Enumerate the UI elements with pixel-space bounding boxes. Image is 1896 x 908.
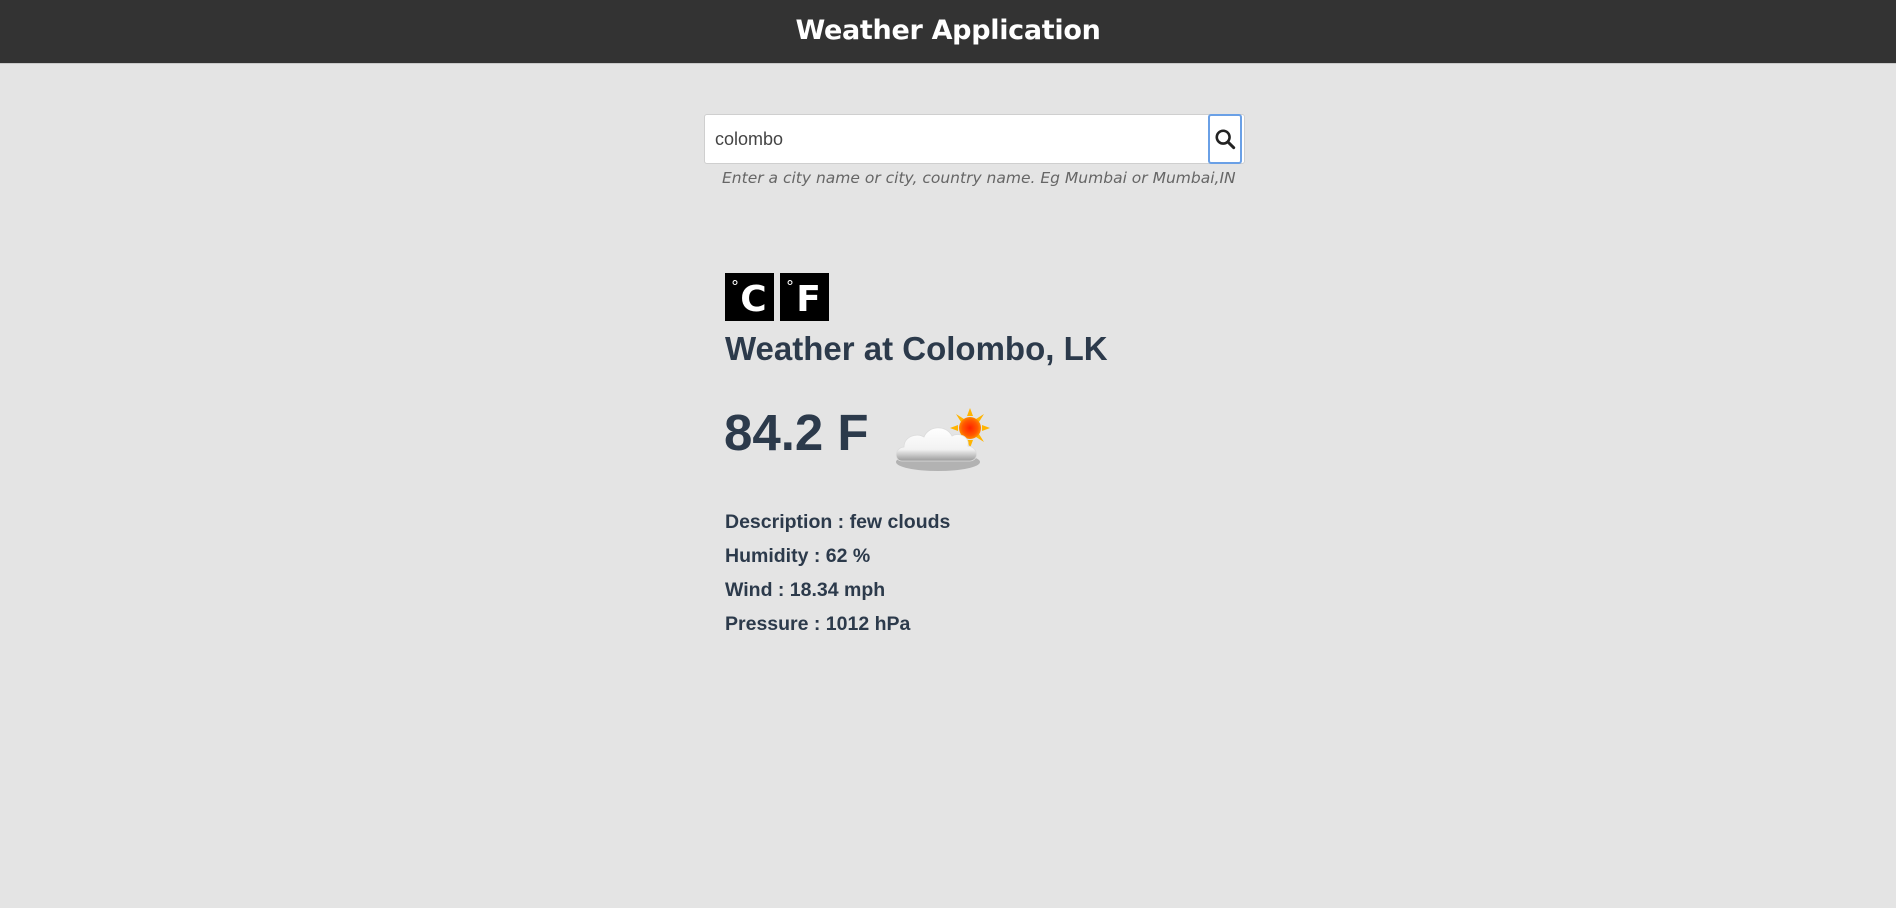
- humidity-text: Humidity : 62 %: [725, 545, 871, 567]
- fahrenheit-button[interactable]: ° F: [780, 273, 829, 321]
- search-icon: [1215, 129, 1236, 150]
- unit-toggles: ° C ° F: [725, 273, 829, 321]
- search-hint: Enter a city name or city, country name.…: [722, 169, 1236, 187]
- app-header: Weather Application: [0, 0, 1896, 64]
- degree-symbol: °: [786, 277, 794, 296]
- few-clouds-icon: [895, 408, 990, 471]
- search-button[interactable]: [1208, 114, 1242, 164]
- pressure-text: Pressure : 1012 hPa: [725, 613, 911, 635]
- celsius-button[interactable]: ° C: [725, 273, 774, 321]
- temperature-value: 84.2 F: [724, 404, 869, 461]
- app-title: Weather Application: [795, 15, 1101, 46]
- location-title: Weather at Colombo, LK: [725, 330, 1108, 367]
- weather-details: Description : few clouds Humidity : 62 %…: [725, 510, 950, 646]
- celsius-label: C: [740, 278, 767, 320]
- wind-text: Wind : 18.34 mph: [725, 579, 886, 601]
- search-input[interactable]: [705, 115, 1208, 163]
- description-text: Description : few clouds: [725, 511, 951, 533]
- fahrenheit-label: F: [796, 278, 821, 320]
- search-box: [704, 114, 1245, 164]
- degree-symbol: °: [731, 277, 739, 296]
